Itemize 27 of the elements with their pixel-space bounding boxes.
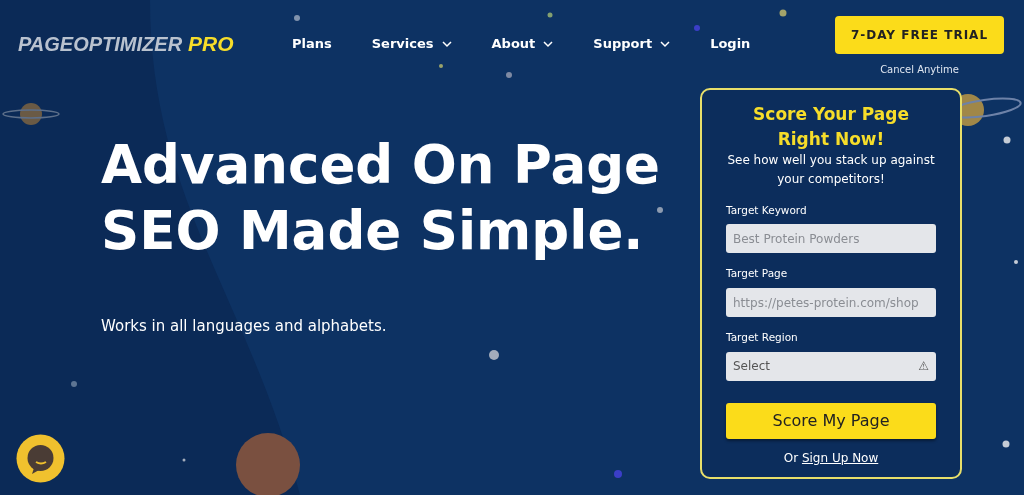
free-trial-button[interactable]: 7-DAY FREE TRIAL xyxy=(835,15,1004,54)
caret-icon xyxy=(441,40,452,48)
caret-icon xyxy=(660,40,671,48)
form-title: Score Your Page Right Now! xyxy=(752,103,910,151)
alt-signup-text: Or Sign Up Now xyxy=(782,449,880,467)
nav-link[interactable]: Services xyxy=(371,34,452,54)
form-subtitle: See how well you stack up against your competitors! xyxy=(726,152,936,189)
score-button[interactable]: Score My Page xyxy=(726,402,936,439)
chat-icon[interactable] xyxy=(16,434,65,483)
sign-up-link[interactable]: Sign Up Now xyxy=(801,450,879,465)
nav-link[interactable]: Support xyxy=(593,34,671,54)
nav-link[interactable]: Plans xyxy=(292,34,332,54)
cancel-note: Cancel Anytime xyxy=(880,62,959,77)
input-field[interactable]: https://petes-protein.com/shop xyxy=(726,288,936,318)
warning-icon: ⚠ xyxy=(918,357,929,376)
logo-accent[interactable]: PRO xyxy=(188,28,234,60)
field-label: Target Page xyxy=(726,266,789,282)
select-field[interactable]: Select ⚠ xyxy=(726,351,936,381)
hero-subtitle: Works in all languages and alphabets. xyxy=(101,316,388,338)
nav-link[interactable]: Login xyxy=(710,34,751,54)
caret-icon xyxy=(543,40,554,48)
hero-heading: Advanced On Page SEO Made Simple. xyxy=(101,133,661,263)
nav-link[interactable]: About xyxy=(491,34,554,54)
field-label: Target Keyword xyxy=(726,202,808,218)
logo-wordmark[interactable]: PAGEOPTIMIZER xyxy=(18,29,183,60)
input-field[interactable]: Best Protein Powders xyxy=(726,224,936,254)
field-label: Target Region xyxy=(726,330,799,346)
